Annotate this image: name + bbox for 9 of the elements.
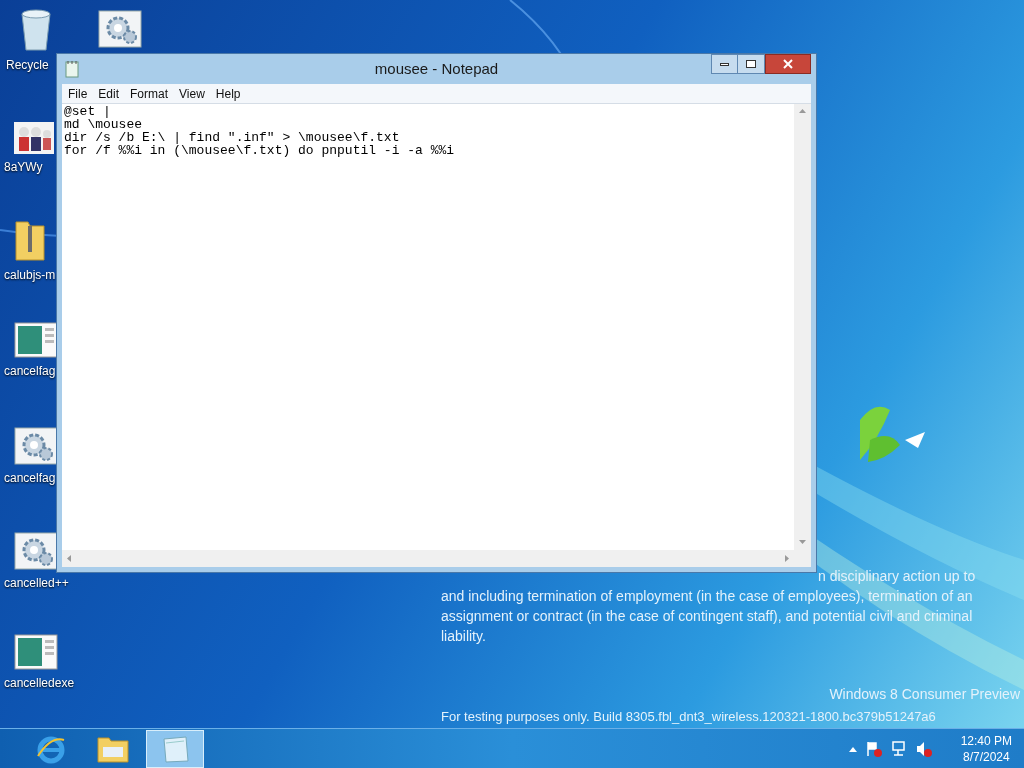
show-hidden-icons-icon[interactable]	[848, 745, 857, 752]
network-icon[interactable]	[890, 740, 907, 757]
flag-error-icon[interactable]	[865, 740, 882, 757]
clock-time[interactable]: 12:40 PM	[960, 732, 1012, 749]
taskbar-button[interactable]	[146, 729, 204, 768]
volume-muted-icon[interactable]	[915, 740, 932, 757]
notepad-icon	[160, 734, 190, 763]
folder-icon	[97, 734, 129, 763]
clock-date[interactable]: 8/7/2024	[962, 748, 1010, 765]
